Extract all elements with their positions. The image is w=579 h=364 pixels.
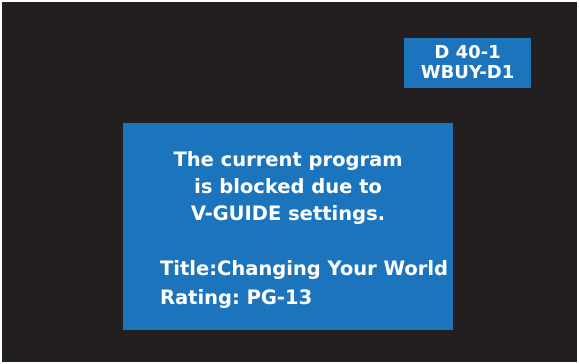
program-title-value: Changing Your World: [217, 257, 449, 280]
program-rating-row: Rating: PG-13: [160, 283, 448, 312]
block-message-line: V-GUIDE settings.: [190, 202, 386, 225]
program-title-row: Title:Changing Your World: [160, 254, 448, 283]
channel-number: D 40-1: [434, 42, 501, 63]
channel-badge: D 40-1 WBUY-D1: [404, 38, 531, 88]
vguide-block-dialog: The current program is blocked due to V-…: [123, 123, 453, 330]
tv-screen: D 40-1 WBUY-D1 The current program is bl…: [2, 2, 577, 362]
program-rating-label: Rating:: [160, 286, 240, 309]
program-title-label: Title:: [160, 257, 218, 280]
channel-station-id: WBUY-D1: [420, 62, 515, 83]
block-message: The current program is blocked due to V-…: [123, 146, 453, 227]
block-message-line: is blocked due to: [194, 175, 382, 198]
program-rating-value: PG-13: [246, 286, 313, 309]
block-message-line: The current program: [173, 148, 403, 171]
program-info: Title:Changing Your World Rating: PG-13: [160, 254, 448, 312]
